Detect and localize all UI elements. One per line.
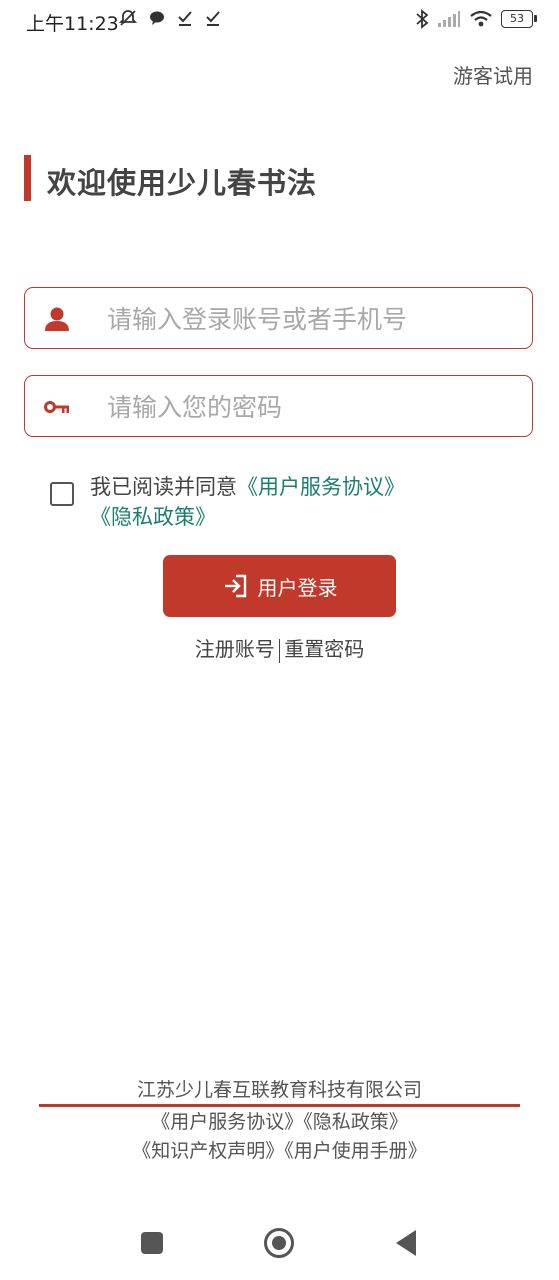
system-nav-bar — [0, 1210, 559, 1280]
back-button[interactable] — [396, 1230, 416, 1256]
login-button-label: 用户登录 — [257, 575, 338, 600]
footer-ip-statement-link[interactable]: 《知识产权声明》 — [132, 1140, 284, 1162]
battery-icon: 53 — [501, 10, 537, 28]
recent-apps-button[interactable] — [141, 1232, 163, 1254]
wifi-icon — [470, 10, 492, 27]
agreement-checkbox[interactable] — [50, 482, 74, 506]
footer: 江苏少儿春互联教育科技有限公司 《用户服务协议》《隐私政策》 《知识产权声明》《… — [0, 1076, 559, 1166]
user-agreement-link[interactable]: 《用户服务协议》 — [237, 475, 405, 499]
user-icon — [45, 307, 69, 331]
company-name: 江苏少儿春互联教育科技有限公司 — [136, 1079, 422, 1101]
check-icon — [178, 11, 192, 26]
battery-level: 53 — [510, 12, 524, 25]
notification-icons — [118, 8, 222, 28]
password-field[interactable] — [24, 375, 533, 437]
page-title: 欢迎使用少儿春书法 — [47, 166, 318, 200]
login-button[interactable]: 用户登录 — [163, 555, 396, 617]
footer-privacy-policy-link[interactable]: 《隐私政策》 — [303, 1111, 408, 1133]
footer-user-manual-link[interactable]: 《用户使用手册》 — [284, 1140, 427, 1162]
status-bar: 上午11:23 53 — [0, 0, 559, 42]
check-icon — [206, 11, 220, 26]
account-links: 注册账号 重置密码 — [0, 633, 559, 663]
bluetooth-icon — [416, 9, 429, 29]
agreement-text: 我已阅读并同意《用户服务协议》《隐私政策》 — [90, 472, 520, 532]
footer-user-agreement-link[interactable]: 《用户服务协议》 — [151, 1111, 303, 1133]
privacy-policy-link[interactable]: 《隐私政策》 — [90, 505, 216, 529]
home-button[interactable] — [264, 1228, 294, 1258]
footer-divider — [39, 1104, 520, 1107]
password-input[interactable] — [105, 384, 519, 430]
title-accent-bar — [24, 155, 31, 201]
footer-links-row-1: 《用户服务协议》《隐私政策》 — [0, 1108, 559, 1136]
status-time: 上午11:23 — [26, 13, 119, 35]
system-icons: 53 — [415, 9, 537, 29]
mute-icon — [118, 10, 138, 26]
chat-icon — [150, 11, 164, 25]
register-link[interactable]: 注册账号 — [195, 637, 275, 661]
key-icon — [44, 401, 69, 413]
agreement-prefix: 我已阅读并同意 — [90, 475, 237, 499]
account-field[interactable] — [24, 287, 533, 349]
link-divider — [278, 638, 281, 663]
login-icon — [224, 574, 246, 598]
signal-icon — [438, 11, 460, 27]
reset-password-link[interactable]: 重置密码 — [284, 637, 364, 661]
account-input[interactable] — [105, 296, 519, 342]
footer-links-row-2: 《知识产权声明》《用户使用手册》 — [0, 1136, 559, 1166]
guest-trial-link[interactable]: 游客试用 — [453, 60, 533, 89]
